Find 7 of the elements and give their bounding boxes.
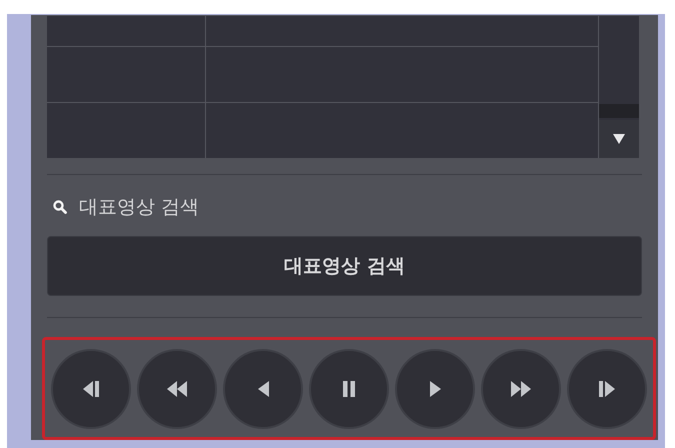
scroll-down-button[interactable] — [599, 120, 639, 158]
section-label: 대표영상 검색 — [79, 195, 200, 219]
search-icon — [53, 200, 67, 214]
scrollbar[interactable] — [598, 16, 639, 158]
search-button[interactable]: 대표영상 검색 — [47, 236, 642, 296]
down-triangle-icon — [613, 134, 625, 144]
scrollbar-thumb[interactable] — [599, 104, 639, 118]
